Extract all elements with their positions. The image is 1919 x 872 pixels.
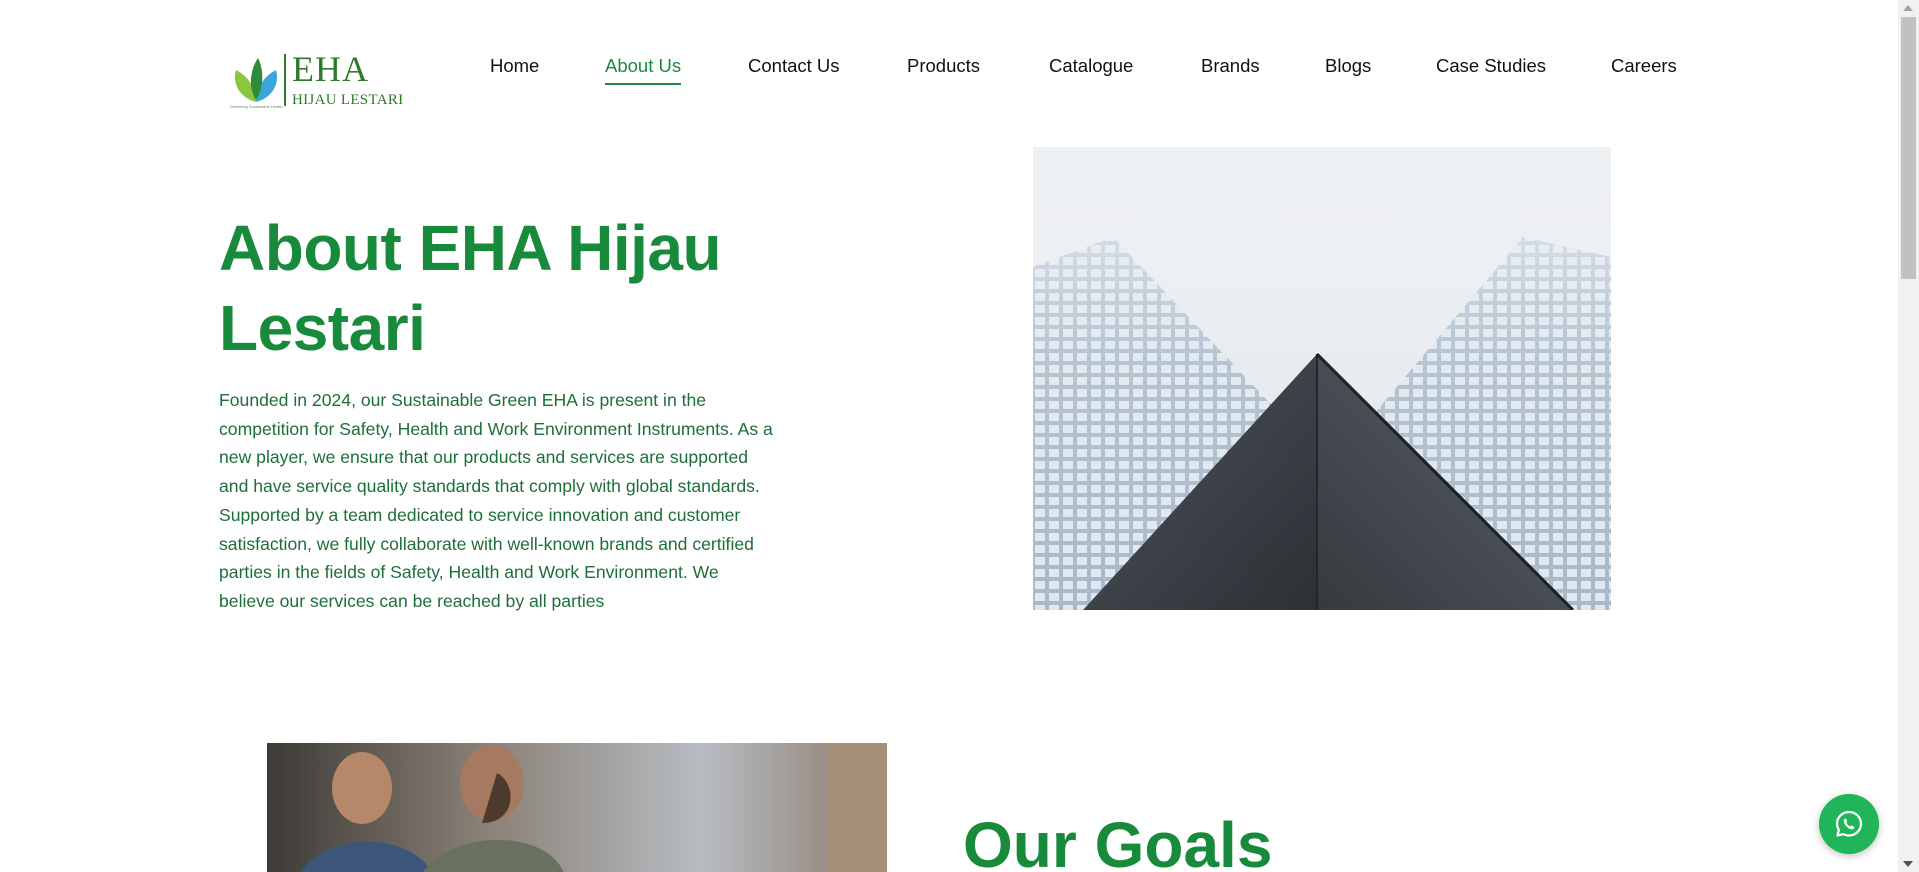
brand-tagline: Delivering Sustainable Health xyxy=(230,104,283,109)
page: EHA HIJAU LESTARI Delivering Sustainable… xyxy=(0,0,1898,872)
nav-about-us[interactable]: About Us xyxy=(605,55,682,85)
scrollbar-thumb[interactable] xyxy=(1901,17,1916,279)
brand-name: EHA xyxy=(292,49,369,89)
skyscraper-image xyxy=(1033,147,1611,610)
brand-subname: HIJAU LESTARI xyxy=(292,92,404,108)
leaf-logo-icon xyxy=(234,58,278,102)
nav-products[interactable]: Products xyxy=(907,55,980,77)
nav-catalogue[interactable]: Catalogue xyxy=(1049,55,1133,77)
nav-brands[interactable]: Brands xyxy=(1201,55,1260,77)
team-meeting-image xyxy=(267,743,887,872)
nav-careers[interactable]: Careers xyxy=(1611,55,1677,77)
scroll-down-arrow-icon[interactable] xyxy=(1903,861,1913,867)
nav-case-studies[interactable]: Case Studies xyxy=(1436,55,1546,77)
hero-title: About EHA Hijau Lestari xyxy=(219,212,722,364)
goals-title: Our Goals xyxy=(963,809,1273,872)
nav-home[interactable]: Home xyxy=(490,55,539,77)
scroll-up-arrow-icon[interactable] xyxy=(1903,5,1913,11)
whatsapp-button[interactable] xyxy=(1819,794,1879,854)
vertical-scrollbar[interactable] xyxy=(1898,0,1919,872)
logo-divider xyxy=(284,54,286,106)
nav-blogs[interactable]: Blogs xyxy=(1325,55,1371,77)
nav-contact-us[interactable]: Contact Us xyxy=(748,55,840,77)
whatsapp-icon xyxy=(1835,810,1863,837)
brand-logo[interactable]: EHA HIJAU LESTARI Delivering Sustainable… xyxy=(228,49,408,112)
hero-description: Founded in 2024, our Sustainable Green E… xyxy=(219,390,773,611)
